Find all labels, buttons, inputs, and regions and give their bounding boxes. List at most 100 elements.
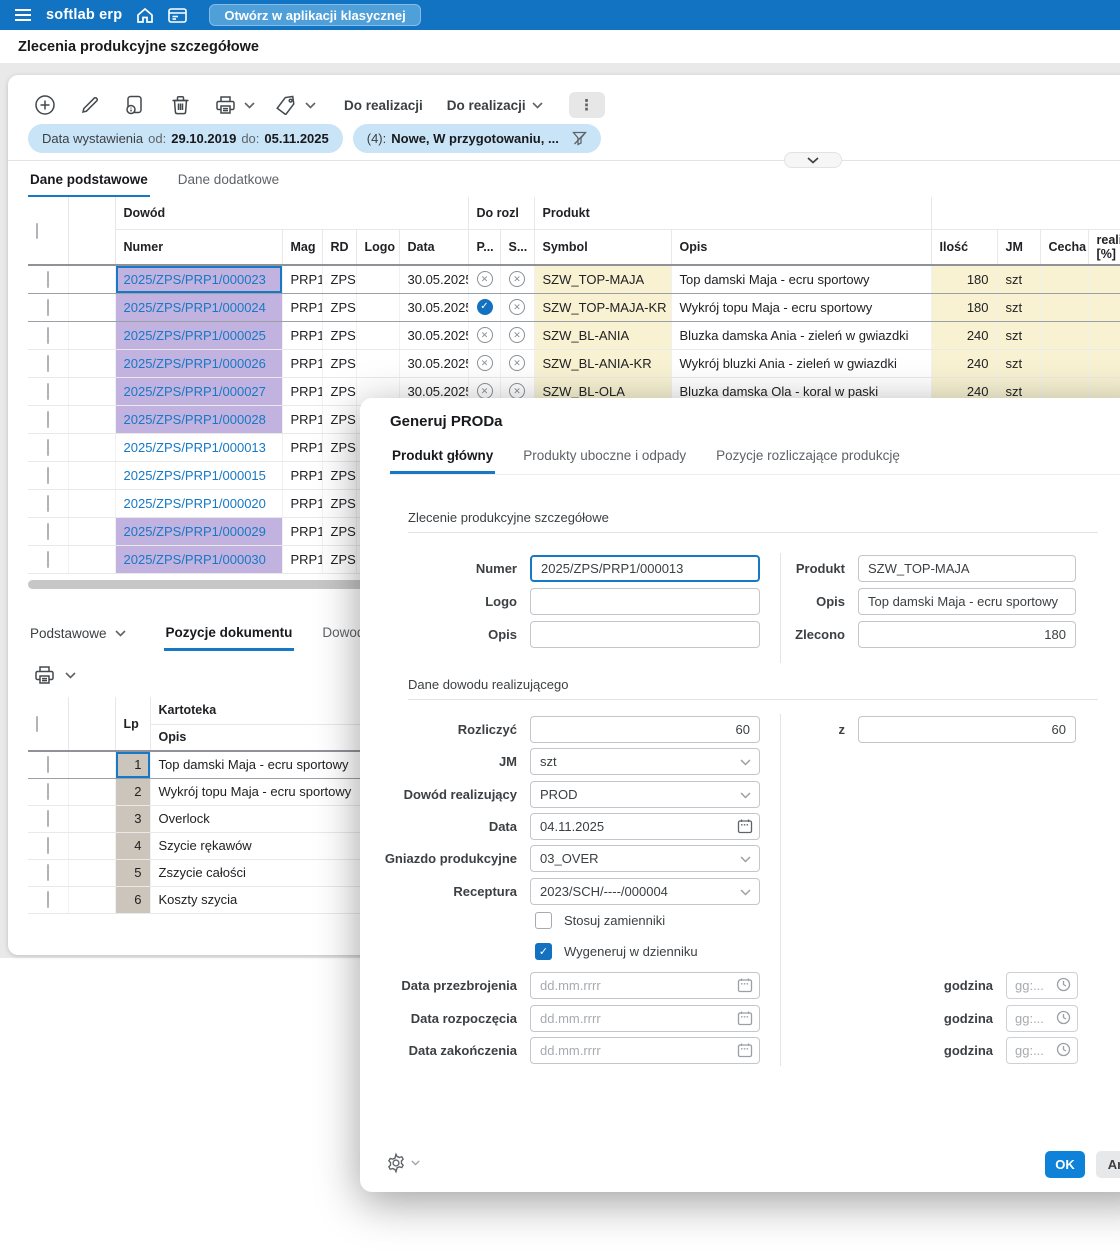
dialog-tab[interactable]: Produkt główny [390,444,495,474]
duplicate-info-icon[interactable] [120,90,150,120]
order-number-link[interactable]: 2025/ZPS/PRP1/000025 [124,328,266,343]
gniazdo-select[interactable]: 03_OVER [530,845,760,872]
col-header-opis[interactable]: Opis [671,229,931,265]
receptura-select[interactable]: 2023/SCH/----/000004 [530,878,760,905]
wygeneruj-checkbox[interactable]: ✓ [535,943,552,960]
calendar-icon[interactable] [737,977,753,993]
col-header-data[interactable]: Data [399,229,468,265]
calendar-icon[interactable] [737,1010,753,1026]
order-row[interactable]: 2025/ZPS/PRP1/000024 PRP1 ZPS 30.05.2025… [28,293,1120,321]
item-checkbox[interactable] [47,810,49,827]
row-checkbox[interactable] [47,299,49,316]
col-header-lp[interactable]: Lp [115,697,150,751]
produkt-input[interactable] [858,555,1076,582]
col-header-p[interactable]: P... [468,229,500,265]
row-checkbox[interactable] [47,523,49,540]
clock-icon[interactable] [1056,977,1071,992]
order-number-link[interactable]: 2025/ZPS/PRP1/000030 [124,552,266,567]
more-actions-button[interactable]: ⋮ [569,92,605,118]
order-number-link[interactable]: 2025/ZPS/PRP1/000024 [124,300,266,315]
order-number-link[interactable]: 2025/ZPS/PRP1/000029 [124,524,266,539]
item-checkbox[interactable] [47,783,49,800]
z-input[interactable] [858,716,1076,743]
col-header-cecha[interactable]: Cecha [1040,229,1088,265]
item-checkbox[interactable] [47,864,49,881]
item-checkbox[interactable] [47,891,49,908]
date-input[interactable] [530,1005,760,1032]
open-classic-app-button[interactable]: Otwórz w aplikacji klasycznej [209,4,420,26]
row-checkbox[interactable] [47,467,49,484]
orders-tab[interactable]: Dane podstawowe [28,168,150,198]
row-checkbox[interactable] [47,551,49,568]
clock-icon[interactable] [1056,1042,1071,1057]
view-selector[interactable]: Podstawowe [28,622,128,651]
row-checkbox[interactable] [47,495,49,512]
add-icon[interactable] [30,90,60,120]
produkt-opis-input[interactable] [858,588,1076,615]
row-checkbox[interactable] [47,383,49,400]
date-input[interactable] [530,1037,760,1064]
print-dropdown-chevron-icon[interactable] [244,102,255,109]
col-header-rd[interactable]: RD [322,229,356,265]
row-checkbox[interactable] [47,355,49,372]
lower-tab[interactable]: Pozycje dokumentu [164,621,295,651]
hamburger-menu-icon[interactable] [14,8,32,22]
zlecono-input[interactable] [858,621,1076,648]
clear-filter-icon[interactable] [572,131,587,146]
item-checkbox[interactable] [47,756,49,773]
dialog-tab[interactable]: Produkty uboczne i odpady [521,444,688,474]
home-icon[interactable] [136,7,154,24]
col-header-s[interactable]: S... [500,229,534,265]
delete-icon[interactable] [165,90,195,120]
col-header-realiz[interactable]: realiz [%] [1088,229,1120,265]
ok-button[interactable]: OK [1045,1151,1085,1178]
items-select-all-checkbox[interactable] [36,716,38,732]
status-filter-chip[interactable]: (4): Nowe, W przygotowaniu, ... [353,124,601,153]
tag-icon[interactable] [271,90,301,120]
col-header-symbol[interactable]: Symbol [534,229,671,265]
news-panel-icon[interactable] [168,8,187,23]
do-realizacji-dropdown-button[interactable]: Do realizacji [447,98,543,113]
row-checkbox[interactable] [47,327,49,344]
data-input[interactable] [530,813,760,840]
order-number-link[interactable]: 2025/ZPS/PRP1/000015 [124,468,266,483]
print-dropdown-chevron-icon[interactable] [65,672,76,679]
row-checkbox[interactable] [47,271,49,288]
date-input[interactable] [530,972,760,999]
stosuj-zamienniki-checkbox[interactable] [535,912,552,929]
print-icon[interactable] [34,665,55,685]
order-number-link[interactable]: 2025/ZPS/PRP1/000020 [124,496,266,511]
tag-dropdown-chevron-icon[interactable] [305,102,316,109]
col-header-ilosc[interactable]: Ilość [931,229,997,265]
order-row[interactable]: 2025/ZPS/PRP1/000023 PRP1 ZPS 30.05.2025… [28,265,1120,293]
row-checkbox[interactable] [47,439,49,456]
jm-select[interactable]: szt [530,748,760,775]
col-header-logo[interactable]: Logo [356,229,399,265]
col-header-jm[interactable]: JM [997,229,1040,265]
collapse-filters-button[interactable] [784,152,842,168]
order-number-link[interactable]: 2025/ZPS/PRP1/000023 [124,272,266,287]
col-header-mag[interactable]: Mag [282,229,322,265]
date-filter-chip[interactable]: Data wystawienia od: 29.10.2019 do: 05.1… [28,124,343,153]
col-header-numer[interactable]: Numer [115,229,282,265]
order-number-link[interactable]: 2025/ZPS/PRP1/000026 [124,356,266,371]
calendar-icon[interactable] [737,1042,753,1058]
clock-icon[interactable] [1056,1010,1071,1025]
print-icon[interactable] [210,90,240,120]
cancel-button[interactable]: Anuluj [1096,1151,1120,1178]
order-number-link[interactable]: 2025/ZPS/PRP1/000013 [124,440,266,455]
order-row[interactable]: 2025/ZPS/PRP1/000025 PRP1 ZPS 30.05.2025… [28,321,1120,349]
order-row[interactable]: 2025/ZPS/PRP1/000026 PRP1 ZPS 30.05.2025… [28,349,1120,377]
select-all-checkbox[interactable] [36,223,38,239]
order-number-link[interactable]: 2025/ZPS/PRP1/000027 [124,384,266,399]
item-checkbox[interactable] [47,837,49,854]
do-realizacji-button[interactable]: Do realizacji [344,98,423,113]
calendar-icon[interactable] [737,818,753,834]
row-checkbox[interactable] [47,411,49,428]
orders-tab[interactable]: Dane dodatkowe [176,168,281,198]
dowod-realizujacy-select[interactable]: PROD [530,781,760,808]
edit-icon[interactable] [75,90,105,120]
dialog-tab[interactable]: Pozycje rozliczające produkcję [714,444,902,474]
dialog-settings-control[interactable] [385,1152,420,1174]
order-number-link[interactable]: 2025/ZPS/PRP1/000028 [124,412,266,427]
